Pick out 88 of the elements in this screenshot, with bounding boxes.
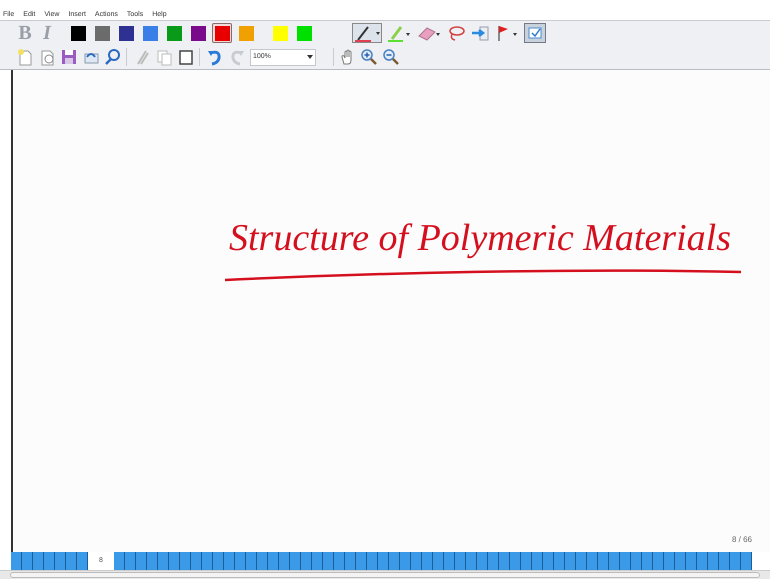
- page-tab[interactable]: [499, 552, 510, 570]
- page-tab[interactable]: [675, 552, 686, 570]
- paste-icon[interactable]: [177, 48, 195, 66]
- page-tab[interactable]: [33, 552, 44, 570]
- highlighter-icon[interactable]: [386, 23, 412, 43]
- page-tab[interactable]: [356, 552, 367, 570]
- page-tab[interactable]: [587, 552, 598, 570]
- page-tab[interactable]: [147, 552, 158, 570]
- color-swatch[interactable]: [188, 23, 208, 43]
- page-tab[interactable]: [664, 552, 675, 570]
- color-swatch[interactable]: [212, 23, 232, 43]
- page-tab[interactable]: [609, 552, 620, 570]
- page-tab[interactable]: [66, 552, 77, 570]
- page-tab[interactable]: [246, 552, 257, 570]
- page-tab[interactable]: [620, 552, 631, 570]
- page-tab[interactable]: [345, 552, 356, 570]
- page-tab[interactable]: [279, 552, 290, 570]
- page-tab[interactable]: [576, 552, 587, 570]
- page-tab[interactable]: [400, 552, 411, 570]
- color-swatch[interactable]: [236, 23, 256, 43]
- pen-tool-icon[interactable]: [352, 23, 382, 43]
- page-tab[interactable]: [334, 552, 345, 570]
- color-swatch[interactable]: [92, 23, 112, 43]
- color-swatch[interactable]: [116, 23, 136, 43]
- page-tab[interactable]: [290, 552, 301, 570]
- page-tab[interactable]: [55, 552, 66, 570]
- page-tab[interactable]: [224, 552, 235, 570]
- horizontal-scrollbar[interactable]: [10, 572, 760, 578]
- page-tab[interactable]: [202, 552, 213, 570]
- page-tab[interactable]: [114, 552, 125, 570]
- page-tab[interactable]: [488, 552, 499, 570]
- page-tab[interactable]: [323, 552, 334, 570]
- page-tab[interactable]: [444, 552, 455, 570]
- page-tab[interactable]: [565, 552, 576, 570]
- page-tab[interactable]: [466, 552, 477, 570]
- page-tab[interactable]: [312, 552, 323, 570]
- color-swatch[interactable]: [140, 23, 160, 43]
- selection-toggle-icon[interactable]: [524, 23, 546, 43]
- page-tab[interactable]: [554, 552, 565, 570]
- page-tab[interactable]: [378, 552, 389, 570]
- page-tab[interactable]: [543, 552, 554, 570]
- page-tab[interactable]: [730, 552, 741, 570]
- page-tab[interactable]: [158, 552, 169, 570]
- page-tab[interactable]: [477, 552, 488, 570]
- page-tab[interactable]: [169, 552, 180, 570]
- zoom-in-icon[interactable]: [360, 48, 378, 66]
- search-icon[interactable]: [104, 48, 122, 66]
- page-tab[interactable]: [301, 552, 312, 570]
- page-tab[interactable]: [191, 552, 202, 570]
- color-swatch[interactable]: [164, 23, 184, 43]
- page-tab[interactable]: [389, 552, 400, 570]
- page-tab[interactable]: [521, 552, 532, 570]
- page-tab[interactable]: [136, 552, 147, 570]
- page-tab[interactable]: [422, 552, 433, 570]
- page-tab[interactable]: [455, 552, 466, 570]
- page-tab[interactable]: [180, 552, 191, 570]
- page-tab[interactable]: [598, 552, 609, 570]
- page-tab[interactable]: [741, 552, 752, 570]
- page-tab[interactable]: [411, 552, 422, 570]
- color-swatch[interactable]: [270, 23, 290, 43]
- page-tab[interactable]: [367, 552, 378, 570]
- color-swatch[interactable]: [68, 23, 88, 43]
- page-tab[interactable]: [433, 552, 444, 570]
- page-indicator: 8 / 66: [732, 534, 752, 546]
- page-tab[interactable]: [653, 552, 664, 570]
- new-note-icon[interactable]: [16, 48, 34, 66]
- page-tab[interactable]: [257, 552, 268, 570]
- save-icon[interactable]: [60, 48, 78, 66]
- page-tab[interactable]: [22, 552, 33, 570]
- zoom-out-icon[interactable]: [382, 48, 400, 66]
- page-tab[interactable]: [708, 552, 719, 570]
- page-tab[interactable]: [631, 552, 642, 570]
- caret-icon: [307, 55, 313, 59]
- handwritten-title: Structure of Polymeric Materials: [229, 216, 731, 261]
- page-tab[interactable]: [697, 552, 708, 570]
- page-tab[interactable]: [532, 552, 543, 570]
- color-swatch[interactable]: [294, 23, 314, 43]
- page-tab[interactable]: [686, 552, 697, 570]
- page-tab[interactable]: [44, 552, 55, 570]
- page-tab[interactable]: [235, 552, 246, 570]
- page-tab[interactable]: [11, 552, 22, 570]
- page-tab[interactable]: [213, 552, 224, 570]
- page-tab[interactable]: [510, 552, 521, 570]
- page-tab[interactable]: [77, 552, 88, 570]
- page-tab[interactable]: [642, 552, 653, 570]
- page-tab[interactable]: [268, 552, 279, 570]
- page-tab[interactable]: [125, 552, 136, 570]
- page-tab[interactable]: [719, 552, 730, 570]
